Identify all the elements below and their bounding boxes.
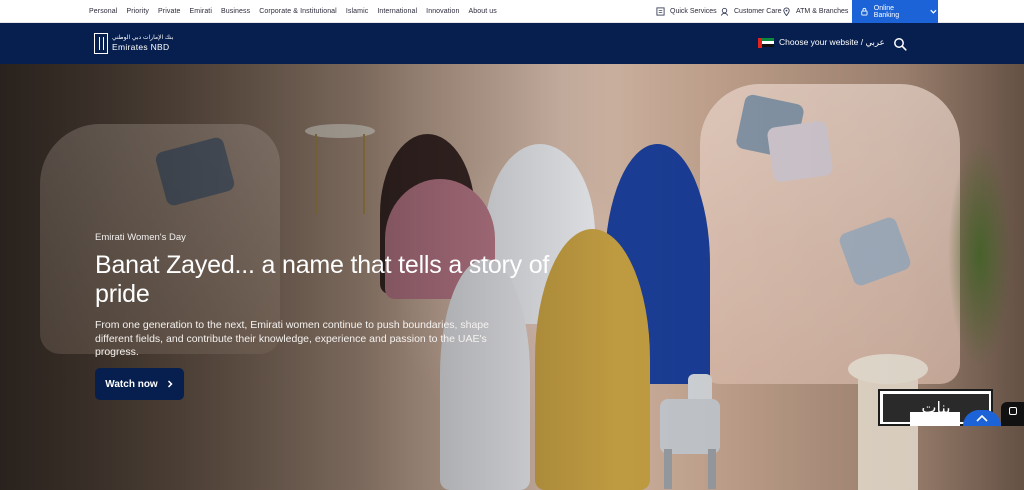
quick-services-icon bbox=[656, 7, 665, 16]
online-banking-label: Online Banking bbox=[873, 4, 900, 19]
main-header: بنك الإمارات دبي الوطني Emirates NBD Cho… bbox=[0, 23, 1024, 64]
atm-branches-link[interactable]: ATM & Branches bbox=[782, 0, 848, 23]
nav-innovation[interactable]: Innovation bbox=[426, 8, 459, 15]
choose-website-label: Choose your website / عربي bbox=[779, 37, 885, 47]
nav-priority[interactable]: Priority bbox=[126, 8, 149, 15]
choose-website-selector[interactable]: Choose your website / عربي bbox=[758, 37, 885, 48]
logo-english-text: Emirates NBD bbox=[112, 42, 170, 53]
hero-eyebrow: Emirati Women's Day bbox=[95, 232, 186, 243]
online-banking-button[interactable]: Online Banking bbox=[852, 0, 938, 23]
emirates-nbd-logo[interactable]: بنك الإمارات دبي الوطني Emirates NBD bbox=[94, 33, 173, 54]
search-icon[interactable] bbox=[893, 37, 907, 51]
customer-care-label: Customer Care bbox=[734, 8, 782, 15]
nav-emirati[interactable]: Emirati bbox=[190, 8, 212, 15]
quick-services-label: Quick Services bbox=[670, 8, 717, 15]
nav-private[interactable]: Private bbox=[158, 8, 181, 15]
uae-flag-icon bbox=[758, 37, 774, 48]
promo-white-strip bbox=[910, 412, 960, 426]
nav-personal[interactable]: Personal bbox=[89, 8, 117, 15]
chevron-right-icon bbox=[167, 380, 173, 388]
nav-business[interactable]: Business bbox=[221, 8, 250, 15]
accessibility-icon bbox=[1009, 407, 1017, 415]
lock-icon bbox=[861, 7, 868, 16]
hero-headline: Banat Zayed... a name that tells a story… bbox=[95, 251, 550, 308]
logo-mark-icon bbox=[94, 33, 108, 54]
top-utility-bar: Personal Priority Private Emirati Busine… bbox=[0, 0, 1024, 23]
customer-care-link[interactable]: Customer Care bbox=[720, 0, 781, 23]
watch-now-label: Watch now bbox=[105, 378, 158, 390]
segment-nav: Personal Priority Private Emirati Busine… bbox=[0, 0, 506, 23]
logo-text: بنك الإمارات دبي الوطني Emirates NBD bbox=[112, 35, 173, 52]
atm-branches-label: ATM & Branches bbox=[796, 8, 849, 15]
chevron-up-icon bbox=[976, 414, 988, 422]
chevron-down-icon bbox=[930, 9, 937, 14]
hero-body-text: From one generation to the next, Emirati… bbox=[95, 319, 489, 358]
nav-international[interactable]: International bbox=[377, 8, 417, 15]
logo-arabic-text: بنك الإمارات دبي الوطني bbox=[112, 35, 174, 42]
nav-about-us[interactable]: About us bbox=[468, 8, 496, 15]
hero-content: Emirati Women's Day Banat Zayed... a nam… bbox=[95, 232, 565, 360]
location-pin-icon bbox=[783, 7, 790, 16]
nav-islamic[interactable]: Islamic bbox=[346, 8, 368, 15]
quick-services-link[interactable]: Quick Services bbox=[656, 0, 717, 23]
watch-now-button[interactable]: Watch now bbox=[95, 368, 184, 400]
customer-care-icon bbox=[720, 7, 729, 16]
accessibility-tab[interactable] bbox=[1001, 402, 1024, 426]
nav-corporate[interactable]: Corporate & Institutional bbox=[259, 8, 337, 15]
